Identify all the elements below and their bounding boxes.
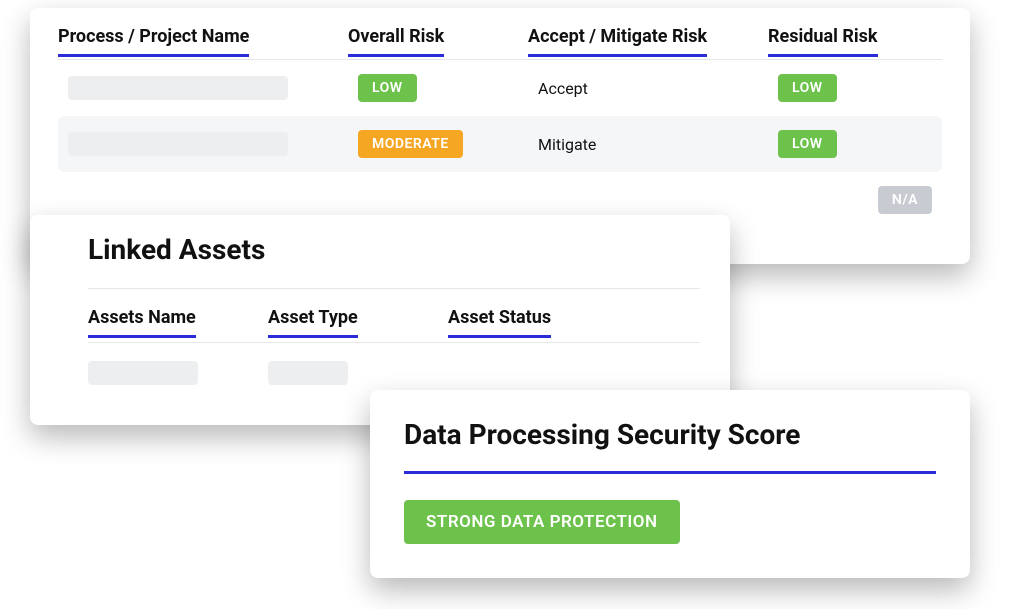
- residual-risk-badge: LOW: [778, 130, 837, 158]
- security-score-title: Data Processing Security Score: [404, 418, 936, 451]
- col-asset-type: Asset Type: [268, 307, 358, 334]
- risk-table-header: Process / Project Name Overall Risk Acce…: [58, 26, 942, 60]
- name-placeholder: [68, 132, 288, 156]
- asset-name-placeholder: [88, 361, 198, 385]
- col-overall-risk: Overall Risk: [348, 26, 444, 53]
- col-residual-risk: Residual Risk: [768, 26, 878, 53]
- asset-type-placeholder: [268, 361, 348, 385]
- na-badge: N/A: [878, 186, 932, 214]
- risk-action: Accept: [538, 79, 768, 98]
- linked-assets-title: Linked Assets: [88, 233, 700, 266]
- asset-row[interactable]: [88, 343, 700, 385]
- overall-risk-badge: MODERATE: [358, 130, 463, 158]
- risk-row[interactable]: LOW Accept LOW: [58, 60, 942, 116]
- col-action: Accept / Mitigate Risk: [528, 26, 707, 53]
- col-asset-status: Asset Status: [448, 307, 551, 334]
- security-score-badge: STRONG DATA PROTECTION: [404, 500, 680, 544]
- overall-risk-badge: LOW: [358, 74, 417, 102]
- assets-table-header: Assets Name Asset Type Asset Status: [88, 288, 700, 343]
- security-score-card: Data Processing Security Score STRONG DA…: [370, 390, 970, 578]
- divider: [404, 471, 936, 474]
- name-placeholder: [68, 76, 288, 100]
- risk-action: Mitigate: [538, 135, 768, 154]
- risk-row[interactable]: MODERATE Mitigate LOW: [58, 116, 942, 172]
- residual-risk-badge: LOW: [778, 74, 837, 102]
- col-process-name: Process / Project Name: [58, 26, 249, 53]
- col-asset-name: Assets Name: [88, 307, 196, 334]
